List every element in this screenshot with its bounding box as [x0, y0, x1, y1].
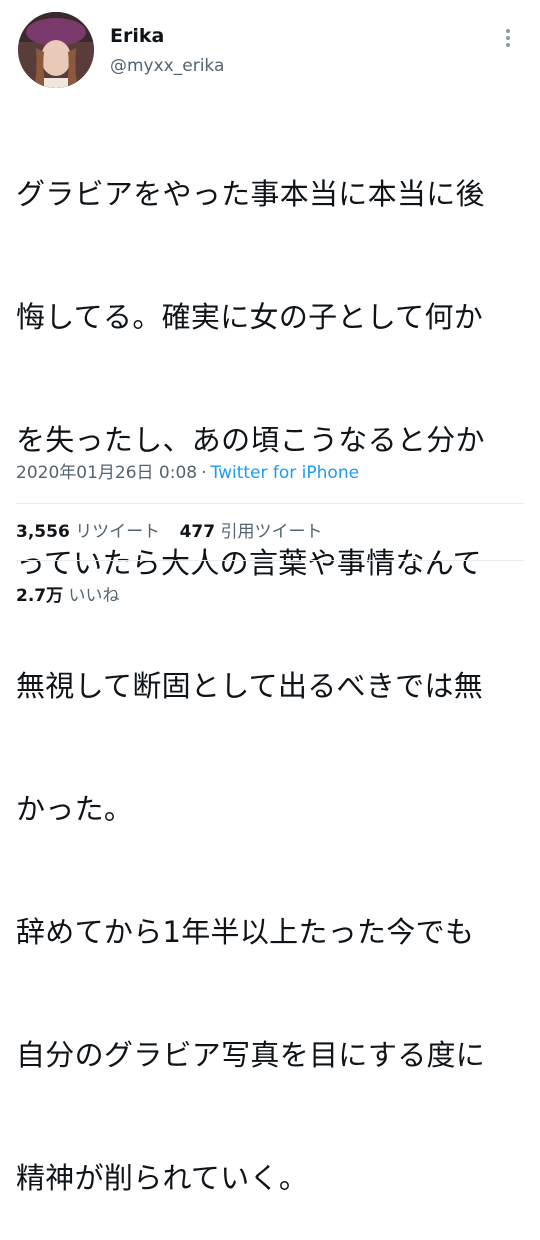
quotes-count: 477 [179, 522, 216, 542]
tweet-stats: 3,556 リツイート 477 引用ツイート [16, 520, 323, 544]
retweets-label: リツイート [75, 522, 161, 542]
likes-count: 2.7万 [16, 586, 64, 606]
tweet-line: 悔してる。確実に女の子として何か [16, 300, 484, 334]
quotes-stat[interactable]: 477 引用ツイート [180, 522, 323, 542]
tweet-line: っていたら大人の言葉や事情なんて [16, 546, 482, 580]
tweet-meta: 2020年01月26日 0:08 · Twitter for iPhone [16, 461, 359, 485]
divider [16, 503, 524, 504]
tweet-header: Erika @myxx_erika [16, 12, 524, 92]
tweet-line: 自分のグラビア写真を目にする度に [16, 1038, 486, 1072]
tweet-line: かった。 [16, 792, 134, 826]
tweet-line: 精神が削られていく。 [16, 1161, 309, 1195]
tweet-line: を失ったし、あの頃こうなると分か [16, 423, 485, 457]
display-name[interactable]: Erika [110, 24, 224, 48]
likes-stat[interactable]: 2.7万 いいね [16, 586, 120, 606]
quotes-label: 引用ツイート [220, 522, 323, 542]
tweet-text: グラビアをやった事本当に本当に後 悔してる。確実に女の子として何か を失ったし、… [16, 92, 526, 1240]
more-vertical-icon[interactable] [498, 24, 518, 52]
likes-label: いいね [68, 586, 120, 606]
tweet-timestamp[interactable]: 2020年01月26日 0:08 [16, 463, 197, 483]
user-handle[interactable]: @myxx_erika [110, 54, 224, 78]
tweet-likes: 2.7万 いいね [16, 584, 120, 608]
retweets-stat[interactable]: 3,556 リツイート [16, 522, 166, 542]
divider [16, 560, 524, 561]
retweets-count: 3,556 [16, 522, 70, 542]
tweet-line: 無視して断固として出るべきでは無 [16, 669, 484, 703]
avatar[interactable] [18, 12, 94, 88]
tweet-line: グラビアをやった事本当に本当に後 [16, 177, 485, 211]
user-names: Erika @myxx_erika [110, 24, 224, 78]
tweet-line: 辞めてから1年半以上たった今でも [16, 915, 475, 949]
avatar-image [18, 12, 94, 88]
tweet-source-link[interactable]: Twitter for iPhone [211, 463, 360, 483]
meta-separator: · [201, 463, 207, 483]
